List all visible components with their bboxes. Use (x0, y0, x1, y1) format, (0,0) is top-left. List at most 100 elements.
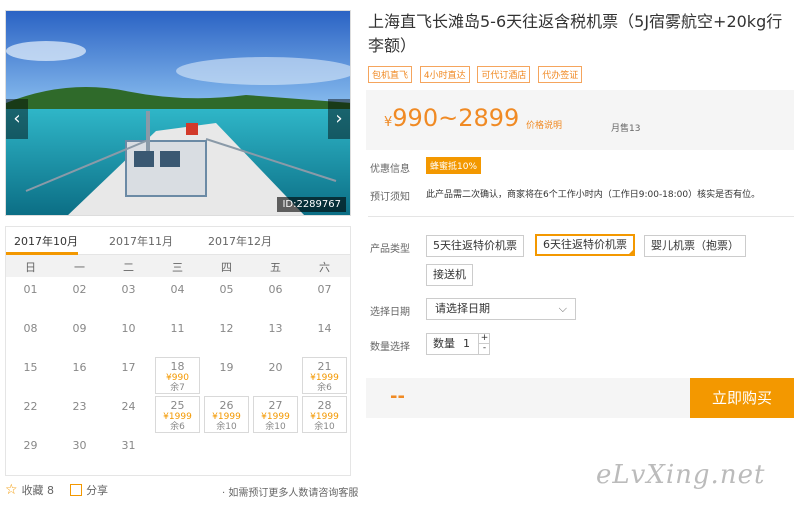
calendar-day[interactable]: 26 ¥1999 余10 (204, 396, 249, 433)
qty-value[interactable]: 1 (463, 334, 470, 354)
day-number: 14 (317, 322, 332, 335)
photo-next-arrow[interactable]: › (328, 99, 350, 139)
day-number: 30 (72, 439, 87, 452)
calendar-day: 12 (204, 318, 249, 355)
day-remaining: 余7 (170, 383, 185, 393)
tab-2017-12[interactable]: 2017年12月 (208, 233, 272, 249)
calendar-day[interactable]: 25 ¥1999 余6 (155, 396, 200, 433)
product-title: 上海直飞长滩岛5-6天往返含税机票（5J宿雾航空+20kg行李额） (368, 12, 783, 55)
qty-text: 数量 (433, 337, 455, 350)
service-note: · 如需预订更多人数请咨询客服 (222, 488, 359, 499)
day-number: 23 (72, 400, 87, 413)
purchase-bar: -- 立即购买 (366, 378, 794, 418)
tag-visa: 代办签证 (538, 66, 583, 83)
calendar-day[interactable]: 27 ¥1999 余10 (253, 396, 298, 433)
calendar-day: 06 (253, 279, 298, 316)
date-placeholder: 请选择日期 (435, 302, 490, 315)
calendar-day[interactable]: 21 ¥1999 余6 (302, 357, 347, 394)
type-option-infant[interactable]: 婴儿机票（抱票） (644, 235, 746, 257)
day-number: 05 (219, 283, 234, 296)
type-option-transfer[interactable]: 接送机 (426, 264, 473, 286)
day-number: 21 (317, 360, 332, 373)
product-photo: ‹ › ID:2289767 (5, 10, 351, 216)
day-number: 12 (219, 322, 234, 335)
day-number: 31 (121, 439, 136, 452)
share-icon[interactable] (70, 484, 83, 496)
calendar-day: 09 (57, 318, 102, 355)
day-number: 28 (317, 399, 332, 412)
calendar-day: 02 (57, 279, 102, 316)
day-number: 29 (23, 439, 38, 452)
calendar-day: 15 (8, 357, 53, 394)
calendar-day: 10 (106, 318, 151, 355)
day-remaining: 余10 (314, 422, 335, 432)
day-number: 13 (268, 322, 283, 335)
price-value: 990~2899 (392, 104, 520, 132)
day-remaining: 余10 (216, 422, 237, 432)
day-number: 25 (170, 399, 185, 412)
day-number: 24 (121, 400, 136, 413)
calendar-day[interactable]: 28 ¥1999 余10 (302, 396, 347, 433)
qty-decrement[interactable]: - (478, 344, 490, 354)
day-number: 10 (121, 322, 136, 335)
tag-direct: 4小时直达 (419, 66, 470, 83)
divider (368, 216, 794, 217)
weekday-label: 日 (25, 261, 36, 274)
calendar-day[interactable]: 18 ¥990 余7 (155, 357, 200, 394)
calendar-day: 13 (253, 318, 298, 355)
qty-label: 数量选择 (370, 342, 410, 353)
favorite-label[interactable]: 收藏 8 (22, 484, 55, 497)
calendar-day: 05 (204, 279, 249, 316)
chevron-down-icon: ⌵ (558, 302, 567, 315)
price-range: ¥990~2899 (384, 104, 519, 132)
calendar-day: 17 (106, 357, 151, 394)
boat-photo-image (6, 11, 350, 215)
calendar-day: 30 (57, 435, 102, 472)
notice-label: 预订须知 (370, 192, 410, 203)
booking-notice: 此产品需二次确认，商家将在6个工作小时内（工作日9:00-18:00）核实是否有… (426, 190, 761, 200)
calendar-day: 20 (253, 357, 298, 394)
day-number: 07 (317, 283, 332, 296)
day-number: 01 (23, 283, 38, 296)
weekday-label: 二 (123, 261, 134, 274)
calendar-day: 01 (8, 279, 53, 316)
photo-prev-arrow[interactable]: ‹ (6, 99, 28, 139)
promo-label: 优惠信息 (370, 164, 410, 175)
watermark: eLvXing.net (596, 460, 766, 490)
tag-charter: 包机直飞 (368, 66, 413, 83)
type-label: 产品类型 (370, 244, 410, 255)
day-number: 04 (170, 283, 185, 296)
date-label: 选择日期 (370, 307, 410, 318)
day-remaining: 余6 (317, 383, 332, 393)
day-number: 02 (72, 283, 87, 296)
quantity-stepper[interactable]: 数量 1 + - (426, 333, 490, 355)
day-number: 19 (219, 361, 234, 374)
tab-2017-11[interactable]: 2017年11月 (109, 233, 173, 249)
star-icon[interactable]: ☆ (5, 482, 18, 498)
day-number: 27 (268, 399, 283, 412)
weekday-label: 三 (172, 261, 183, 274)
day-remaining: 余6 (170, 422, 185, 432)
weekday-label: 四 (221, 261, 232, 274)
month-tabs: 2017年10月 2017年11月 2017年12月 (6, 227, 350, 255)
calendar-day: 23 (57, 396, 102, 433)
type-option-5day[interactable]: 5天往返特价机票 (426, 235, 524, 257)
calendar-day: 22 (8, 396, 53, 433)
calendar-day: 08 (8, 318, 53, 355)
buy-now-button[interactable]: 立即购买 (690, 378, 794, 418)
type-option-6day[interactable]: 6天往返特价机票 (535, 234, 635, 256)
calendar-day: 29 (8, 435, 53, 472)
day-number: 11 (170, 322, 185, 335)
day-price: ¥1999 (310, 412, 339, 422)
day-price: ¥1999 (310, 373, 339, 383)
date-select[interactable]: 请选择日期 ⌵ (426, 298, 576, 320)
monthly-sales: 月售13 (611, 124, 641, 134)
tab-2017-10[interactable]: 2017年10月 (14, 233, 78, 249)
price-explanation-link[interactable]: 价格说明 (526, 118, 562, 131)
calendar-day: 07 (302, 279, 347, 316)
day-number: 22 (23, 400, 38, 413)
day-number: 09 (72, 322, 87, 335)
share-label[interactable]: 分享 (86, 484, 108, 497)
calendar-day: 31 (106, 435, 151, 472)
day-price: ¥1999 (212, 412, 241, 422)
